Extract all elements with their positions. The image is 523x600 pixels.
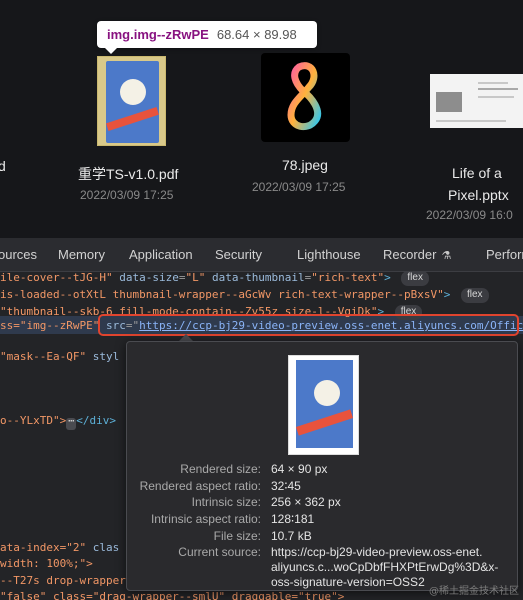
file-grid: d 重学TS-v1.0.pdf 2022/03/09 17:25 78.jpeg… bbox=[0, 0, 523, 238]
file-name-pdf[interactable]: 重学TS-v1.0.pdf bbox=[78, 164, 178, 184]
file-date-jpeg: 2022/03/09 17:25 bbox=[252, 180, 346, 194]
dom-line-6[interactable]: o--YLxTD"> ⋯ </div> bbox=[0, 412, 116, 430]
jpeg-file-thumbnail[interactable] bbox=[261, 53, 350, 142]
src-highlight-box bbox=[98, 314, 519, 336]
tab-application[interactable]: Application bbox=[129, 238, 193, 271]
pptx-file-thumbnail[interactable] bbox=[430, 74, 523, 128]
tab-recorder[interactable]: Recorder ⚗ bbox=[383, 238, 452, 271]
flex-badge[interactable]: flex bbox=[401, 272, 429, 286]
dom-line-5[interactable]: "mask--Ea-QF" styl bbox=[0, 348, 119, 366]
preview-image bbox=[288, 355, 359, 455]
tooltip-selector: img.img--zRwPE bbox=[107, 27, 209, 42]
dom-line-8[interactable]: width: 100%;"> bbox=[0, 555, 93, 573]
flask-icon: ⚗ bbox=[441, 250, 452, 262]
collapsed-dots[interactable]: ⋯ bbox=[66, 417, 77, 430]
file-name-pptx-line1[interactable]: Life of a bbox=[452, 165, 502, 181]
dom-line-2[interactable]: is-loaded--otXtL thumbnail-wrapper--aGcW… bbox=[0, 286, 489, 304]
tab-memory[interactable]: Memory bbox=[58, 238, 105, 271]
pdf-file-thumbnail[interactable] bbox=[97, 56, 166, 146]
file-name-pptx-line2[interactable]: Pixel.pptx bbox=[448, 187, 509, 203]
watermark: @稀土掘金技术社区 bbox=[429, 586, 519, 597]
file-date-pdf: 2022/03/09 17:25 bbox=[80, 188, 174, 202]
tab-lighthouse[interactable]: Lighthouse bbox=[297, 238, 361, 271]
tab-performance[interactable]: Perform bbox=[486, 238, 523, 271]
flex-badge[interactable]: flex bbox=[460, 288, 489, 303]
tab-sources[interactable]: ources bbox=[0, 238, 37, 271]
current-source-line2: aliyuncs.c...woCpDbfFHXPtErwDg%3D&x- bbox=[271, 560, 499, 574]
current-source-line1: https://ccp-bj29-video-preview.oss-enet. bbox=[271, 545, 483, 559]
file-date-pptx: 2022/03/09 16:0 bbox=[426, 208, 513, 222]
cut-off-file-name: d bbox=[0, 158, 6, 174]
eight-logo-icon bbox=[287, 62, 322, 131]
dom-line-1[interactable]: ile-cover--tJG-H" data-size="L" data-thu… bbox=[0, 272, 429, 287]
tab-recorder-label: Recorder bbox=[383, 247, 437, 262]
devtools-tab-bar: ources Memory Application Security Light… bbox=[0, 238, 523, 272]
element-hover-tooltip: img.img--zRwPE 68.64 × 89.98 bbox=[97, 21, 317, 54]
tooltip-dimensions: 68.64 × 89.98 bbox=[216, 27, 297, 42]
tab-security[interactable]: Security bbox=[215, 238, 262, 271]
image-preview-popover: Rendered size: 64 × 90 px Rendered aspec… bbox=[126, 341, 518, 591]
current-source-line3: oss-signature-version=OSS2 bbox=[271, 575, 425, 589]
file-name-jpeg[interactable]: 78.jpeg bbox=[282, 157, 328, 173]
